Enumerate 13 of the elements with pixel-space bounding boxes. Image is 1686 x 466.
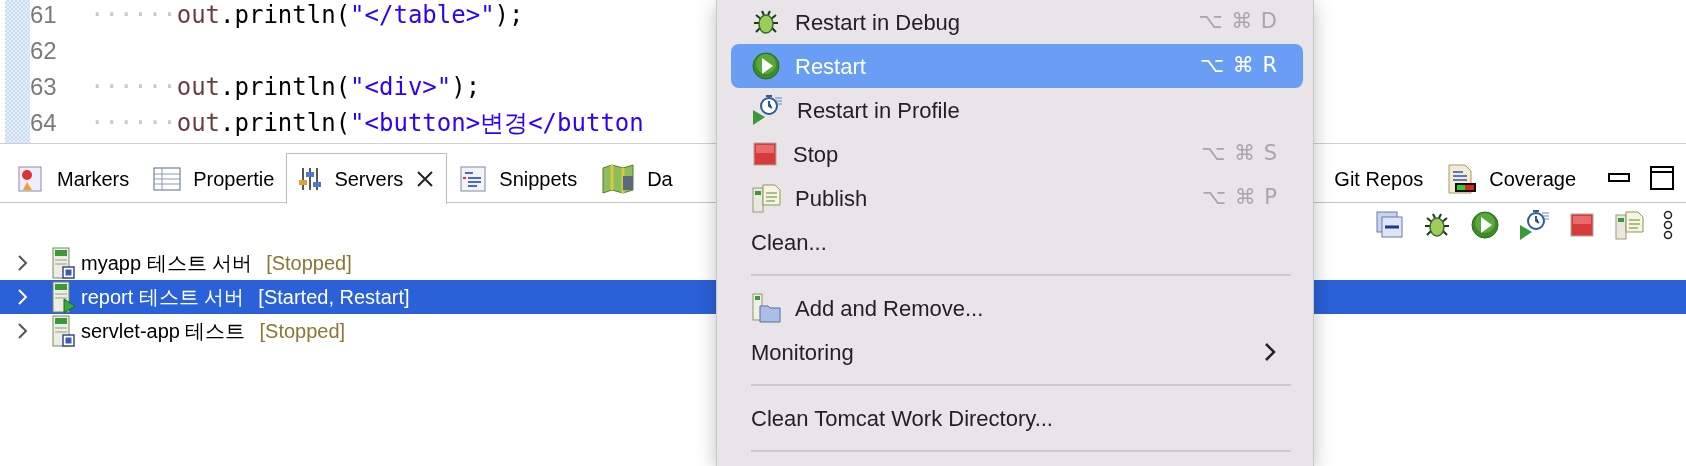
line-number: 62 (30, 36, 58, 66)
server-status: [Stopped] (259, 319, 346, 344)
code-line: ······out.println("<div>"); (90, 72, 481, 103)
code-line: ······out.println("</table>"); (90, 0, 524, 31)
server-status: [Started, Restart] (258, 285, 410, 310)
server-name: servlet-app 테스트 (81, 319, 246, 344)
server-name: myapp 테스트 서버 (81, 251, 253, 276)
line-number: 64 (30, 108, 58, 138)
server-name: report 테스트 서버 (81, 285, 245, 310)
code-line: ······out.println("<button>변경</button (90, 108, 644, 139)
line-number: 63 (30, 72, 58, 102)
line-number: 61 (30, 0, 58, 30)
server-status: [Stopped] (266, 251, 352, 276)
